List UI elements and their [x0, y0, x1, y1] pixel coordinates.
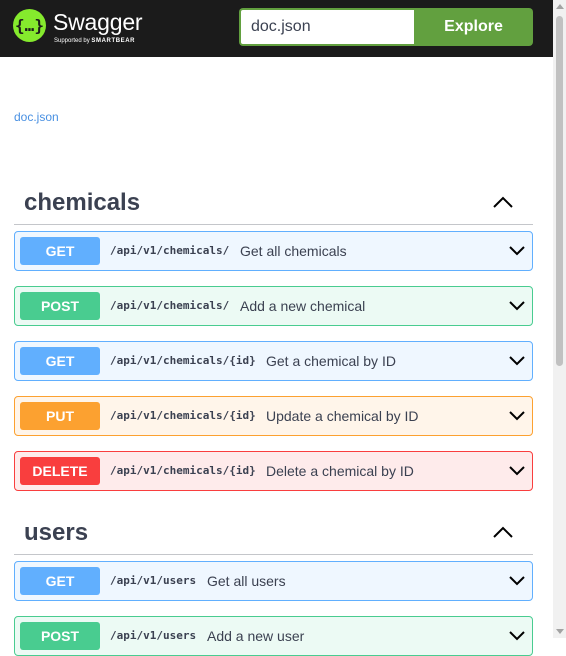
- operation-post-chemicals[interactable]: POST /api/v1/chemicals/ Add a new chemic…: [14, 286, 533, 326]
- tag-header-chemicals[interactable]: chemicals: [14, 181, 533, 225]
- method-badge: GET: [20, 567, 100, 595]
- spec-url-link[interactable]: doc.json: [14, 110, 59, 124]
- method-badge: POST: [20, 292, 100, 320]
- chevron-down-icon[interactable]: [508, 298, 526, 314]
- chevron-up-icon[interactable]: [491, 193, 515, 211]
- method-badge: PUT: [20, 402, 100, 430]
- svg-text:{…}: {…}: [15, 16, 44, 35]
- chevron-down-icon[interactable]: [508, 408, 526, 424]
- operation-summary: Get all chemicals: [240, 243, 347, 259]
- operation-path: /api/v1/chemicals/: [110, 299, 230, 312]
- scrollbar-thumb[interactable]: [556, 16, 563, 366]
- tag-title: chemicals: [24, 189, 141, 216]
- chevron-down-icon[interactable]: [508, 243, 526, 259]
- operation-summary: Get all users: [207, 573, 286, 589]
- chevron-down-icon[interactable]: [508, 463, 526, 479]
- operation-get-chemical-by-id[interactable]: GET /api/v1/chemicals/{id} Get a chemica…: [14, 341, 533, 381]
- tagline-prefix: Supported by: [54, 38, 90, 44]
- operation-delete-chemical-by-id[interactable]: DELETE /api/v1/chemicals/{id} Delete a c…: [14, 451, 533, 491]
- vertical-scrollbar[interactable]: [553, 0, 566, 638]
- scroll-up-arrow-icon[interactable]: [556, 4, 564, 9]
- brand-title: Swagger: [53, 9, 143, 35]
- operation-path: /api/v1/chemicals/{id}: [110, 409, 256, 422]
- tag-title: users: [24, 519, 89, 546]
- chevron-up-icon[interactable]: [491, 523, 515, 541]
- brand-tagline: Supported by SMARTBEAR: [54, 38, 135, 44]
- operation-post-users[interactable]: POST /api/v1/users Add a new user: [14, 616, 533, 656]
- tagline-brand: SMARTBEAR: [91, 38, 136, 44]
- operation-summary: Add a new user: [207, 628, 305, 644]
- method-badge: DELETE: [20, 457, 100, 485]
- operation-path: /api/v1/users: [110, 629, 197, 642]
- operation-summary: Add a new chemical: [240, 298, 366, 314]
- chevron-down-icon[interactable]: [508, 353, 526, 369]
- operation-summary: Update a chemical by ID: [266, 408, 419, 424]
- operation-summary: Delete a chemical by ID: [266, 463, 414, 479]
- topbar: {…} Swagger Supported by SMARTBEAR Explo…: [0, 0, 553, 57]
- method-badge: POST: [20, 622, 100, 650]
- scroll-down-arrow-icon[interactable]: [556, 629, 564, 634]
- operation-summary: Get a chemical by ID: [266, 353, 396, 369]
- method-badge: GET: [20, 237, 100, 265]
- operation-get-chemicals[interactable]: GET /api/v1/chemicals/ Get all chemicals: [14, 231, 533, 271]
- operation-path: /api/v1/chemicals/{id}: [110, 354, 256, 367]
- spec-url-input[interactable]: [239, 8, 414, 46]
- tag-header-users[interactable]: users: [14, 511, 533, 555]
- method-badge: GET: [20, 347, 100, 375]
- swagger-logo-icon: {…}: [13, 9, 46, 42]
- operation-path: /api/v1/chemicals/{id}: [110, 464, 256, 477]
- operation-path: /api/v1/users: [110, 574, 197, 587]
- swagger-logo[interactable]: {…} Swagger Supported by SMARTBEAR: [13, 9, 143, 49]
- chevron-down-icon[interactable]: [508, 573, 526, 589]
- chevron-down-icon[interactable]: [508, 628, 526, 644]
- operation-path: /api/v1/chemicals/: [110, 244, 230, 257]
- explore-button[interactable]: Explore: [414, 8, 533, 46]
- operation-put-chemical-by-id[interactable]: PUT /api/v1/chemicals/{id} Update a chem…: [14, 396, 533, 436]
- operation-get-users[interactable]: GET /api/v1/users Get all users: [14, 561, 533, 601]
